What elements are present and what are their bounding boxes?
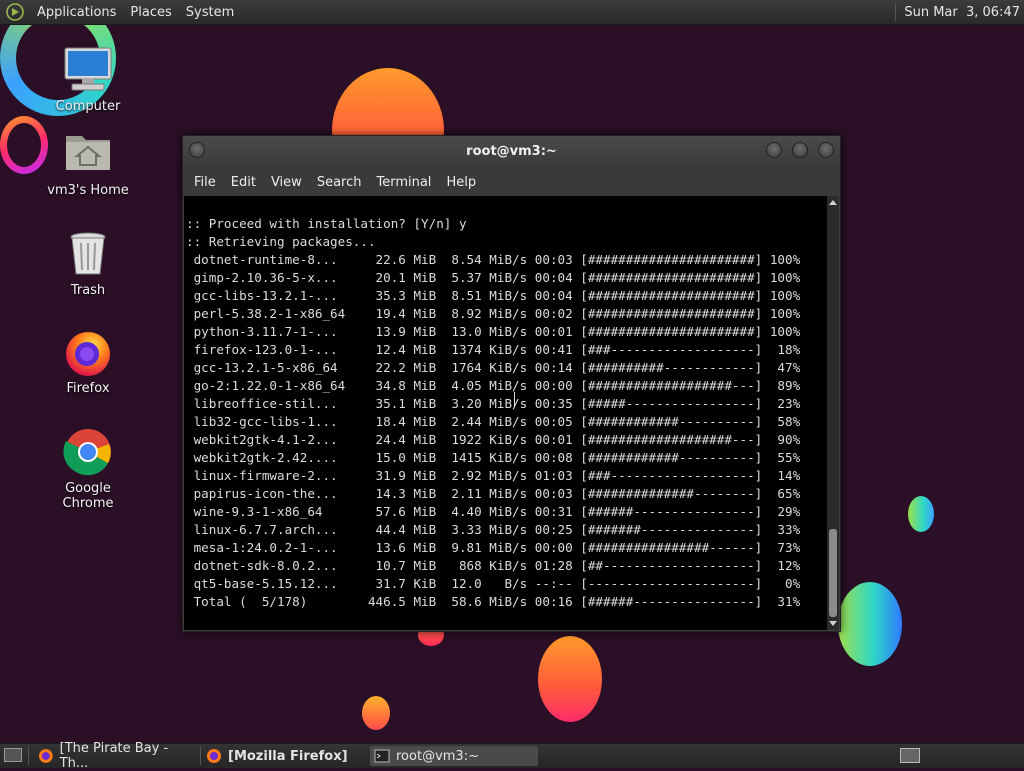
terminal-titlebar[interactable]: root@vm3:~ (183, 136, 840, 168)
terminal-line: :: Proceed with installation? [Y/n] y (186, 216, 467, 231)
desktop-icon-firefox[interactable]: Firefox (38, 326, 138, 396)
menu-file[interactable]: File (187, 175, 224, 190)
window-title: root@vm3:~ (466, 144, 557, 159)
terminal-line: papirus-icon-the... 14.3 MiB 2.11 MiB/s … (186, 486, 801, 501)
taskbar-separator (28, 747, 29, 765)
desktop-icon-label: vm3's Home (47, 183, 129, 198)
scroll-down-arrow-icon[interactable] (829, 621, 837, 626)
taskbar-item-label: [The Pirate Bay - Th... (59, 741, 169, 771)
menu-help[interactable]: Help (439, 175, 484, 190)
terminal-line: go-2:1.22.0-1-x86_64 34.8 MiB 4.05 MiB/s… (186, 378, 801, 393)
computer-icon (62, 44, 114, 96)
desktop-icon-label: Computer (55, 99, 121, 114)
firefox-icon (38, 749, 53, 763)
terminal-line: perl-5.38.2-1-x86_64 19.4 MiB 8.92 MiB/s… (186, 306, 801, 321)
terminal-line: Total ( 5/178) 446.5 MiB 58.6 MiB/s 00:1… (186, 594, 801, 609)
close-button[interactable] (818, 142, 834, 158)
menu-view[interactable]: View (264, 175, 310, 190)
terminal-line: python-3.11.7-1-... 13.9 MiB 13.0 MiB/s … (186, 324, 801, 339)
system-menu[interactable]: System (179, 5, 241, 20)
taskbar-item-pirate-bay[interactable]: [The Pirate Bay - Th... (34, 741, 198, 771)
desktop-icon-computer[interactable]: Computer (38, 44, 138, 114)
terminal-window[interactable]: root@vm3:~ File Edit View Search Termina… (182, 135, 841, 632)
scroll-up-arrow-icon[interactable] (829, 200, 837, 205)
applications-menu[interactable]: Applications (30, 5, 123, 20)
top-panel: Applications Places System Sun Mar 3, 06… (0, 0, 1024, 25)
terminal-line: gcc-13.2.1-5-x86_64 22.2 MiB 1764 KiB/s … (186, 360, 801, 375)
terminal-scrollbar[interactable] (827, 196, 839, 630)
terminal-line: linux-firmware-2... 31.9 MiB 2.92 MiB/s … (186, 468, 801, 483)
terminal-line: webkit2gtk-4.1-2... 24.4 MiB 1922 KiB/s … (186, 432, 801, 447)
wallpaper-green-shape (838, 582, 902, 666)
distro-logo-icon[interactable] (6, 3, 24, 21)
scrollbar-thumb[interactable] (829, 529, 837, 617)
wallpaper-orange-dot (362, 696, 390, 730)
terminal-line: dotnet-sdk-8.0.2... 10.7 MiB 868 KiB/s 0… (186, 558, 801, 573)
terminal-line: dotnet-runtime-8... 22.6 MiB 8.54 MiB/s … (186, 252, 801, 267)
wallpaper-orange-shape-bottom (538, 636, 602, 722)
trash-icon (62, 228, 114, 280)
terminal-line: linux-6.7.7.arch... 44.4 MiB 3.33 MiB/s … (186, 522, 801, 537)
desktop-icon-label: Trash (70, 283, 106, 298)
taskbar-item-label: root@vm3:~ (396, 748, 479, 764)
places-menu[interactable]: Places (123, 5, 178, 20)
menu-search[interactable]: Search (310, 175, 370, 190)
terminal-line: :: Retrieving packages... (186, 234, 376, 249)
terminal-output[interactable]: :: Proceed with installation? [Y/n] y:: … (184, 196, 827, 630)
bottom-taskbar: [The Pirate Bay - Th... [Mozilla Firefox… (0, 741, 1024, 771)
terminal-icon (374, 749, 390, 763)
maximize-button[interactable] (792, 142, 808, 158)
terminal-line: webkit2gtk-2.42.... 15.0 MiB 1415 KiB/s … (186, 450, 801, 465)
terminal-line: firefox-123.0-1-... 12.4 MiB 1374 KiB/s … (186, 342, 801, 357)
taskbar-item-firefox[interactable]: [Mozilla Firefox] (202, 746, 366, 766)
clock[interactable]: Sun Mar 3, 06:47 (895, 0, 1020, 24)
terminal-line: mesa-1:24.0.2-1-... 13.6 MiB 9.81 MiB/s … (186, 540, 801, 555)
desktop-icon-chrome[interactable]: Google Chrome (38, 426, 138, 511)
menu-terminal[interactable]: Terminal (369, 175, 439, 190)
taskbar-item-terminal[interactable]: root@vm3:~ (370, 746, 538, 766)
terminal-menubar: File Edit View Search Terminal Help (183, 168, 840, 197)
desktop-icon-label: Firefox (66, 381, 110, 396)
desktop-icon-trash[interactable]: Trash (38, 228, 138, 298)
home-folder-icon (62, 128, 114, 180)
terminal-line: gcc-libs-13.2.1-... 35.3 MiB 8.51 MiB/s … (186, 288, 801, 303)
taskbar-item-label: [Mozilla Firefox] (228, 748, 348, 764)
show-desktop-icon[interactable] (4, 748, 22, 762)
panel-separator (895, 3, 897, 21)
firefox-icon (207, 749, 221, 763)
desktop-icon-home[interactable]: vm3's Home (38, 128, 138, 198)
chrome-icon (62, 426, 114, 478)
wallpaper-green-dot (908, 496, 934, 532)
terminal-line: wine-9.3-1-x86_64 57.6 MiB 4.40 MiB/s 00… (186, 504, 801, 519)
terminal-line: libreoffice-stil... 35.1 MiB 3.20 MiB/s … (186, 396, 801, 411)
terminal-line: qt5-base-5.15.12... 31.7 KiB 12.0 B/s --… (186, 576, 801, 591)
clock-text: Sun Mar 3, 06:47 (904, 4, 1020, 20)
taskbar-separator (200, 747, 201, 765)
terminal-line: gimp-2.10.36-5-x... 20.1 MiB 5.37 MiB/s … (186, 270, 801, 285)
terminal-text: :: Proceed with installation? [Y/n] y:: … (184, 196, 827, 611)
minimize-button[interactable] (766, 142, 782, 158)
firefox-icon (62, 326, 114, 378)
text-cursor-icon (514, 392, 515, 407)
terminal-line: lib32-gcc-libs-1... 18.4 MiB 2.44 MiB/s … (186, 414, 801, 429)
desktop-icon-label: Google Chrome (62, 481, 114, 511)
workspace-switcher[interactable] (900, 748, 920, 763)
menu-edit[interactable]: Edit (224, 175, 264, 190)
